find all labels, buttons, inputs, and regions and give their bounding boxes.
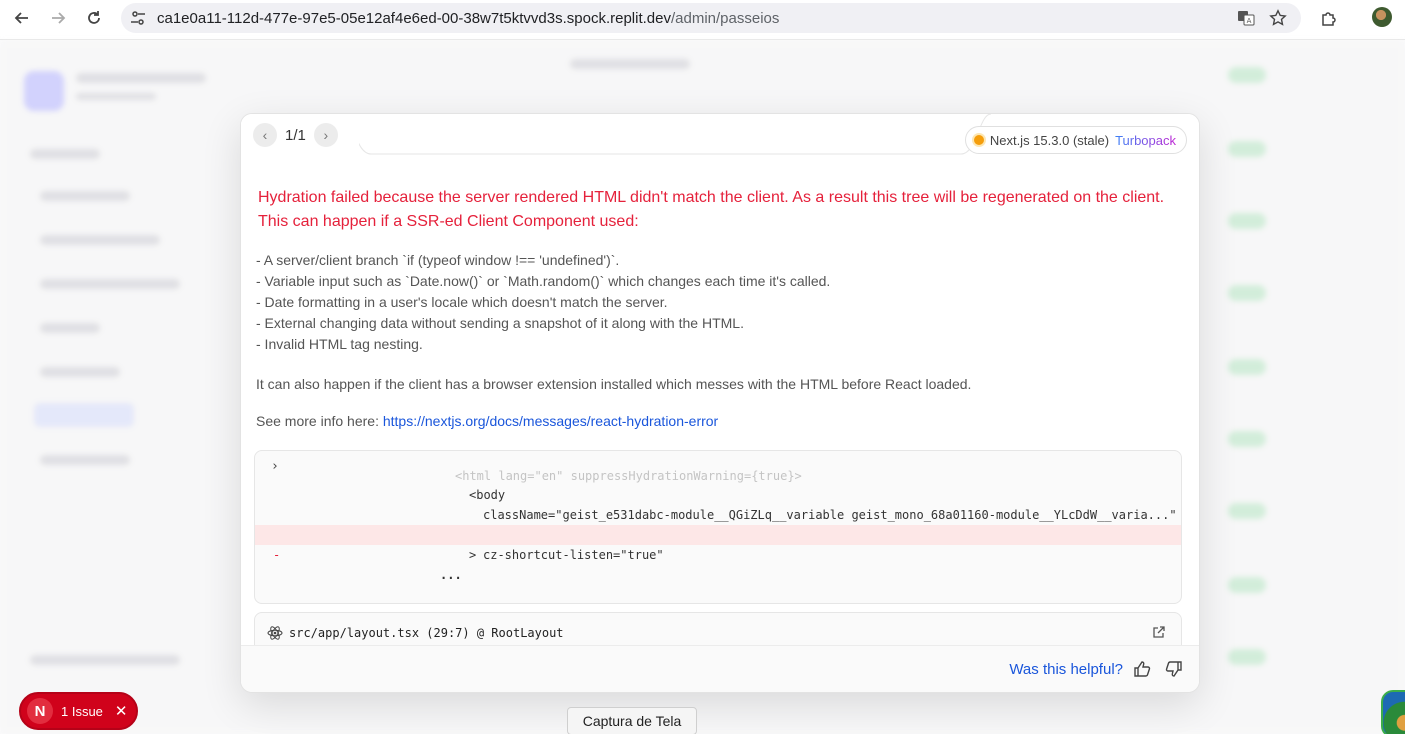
diff-line-html: <html lang="en" suppressHydrationWarning… — [455, 469, 802, 483]
error-pager: ‹ 1/1 › — [241, 114, 359, 156]
open-in-editor-icon[interactable] — [1152, 626, 1165, 642]
cause-item: - A server/client branch `if (typeof win… — [256, 252, 620, 268]
extensions-icon[interactable] — [1317, 6, 1341, 30]
more-info: See more info here: https://nextjs.org/d… — [256, 413, 718, 429]
dialog-footer: Was this helpful? — [241, 645, 1199, 692]
svg-text:A: A — [1247, 17, 1252, 25]
previous-error-button[interactable]: ‹ — [253, 123, 277, 147]
url-host: ca1e0a11-112d-477e-97e5-05e12af4e6ed-00-… — [157, 9, 671, 27]
translate-icon[interactable]: A — [1234, 6, 1258, 30]
cause-item: - Variable input such as `Date.now()` or… — [256, 273, 831, 289]
helpful-prompt: Was this helpful? — [1009, 661, 1123, 678]
source-file-label: src/app/layout.tsx (29:7) @ RootLayout — [289, 626, 564, 640]
bundler-label: Turbopack — [1115, 132, 1176, 148]
site-settings-icon[interactable] — [130, 10, 146, 31]
cause-list: - A server/client branch `if (typeof win… — [256, 250, 830, 355]
extension-note: It can also happen if the client has a b… — [256, 376, 972, 392]
diff-line-removed: - cz-shortcut-listen="true" — [255, 525, 1181, 562]
close-icon[interactable]: ✕ — [115, 702, 128, 720]
diff-line-ellipsis: ... — [440, 568, 462, 582]
browser-toolbar: ca1e0a11-112d-477e-97e5-05e12af4e6ed-00-… — [0, 0, 1405, 40]
floating-widget-icon[interactable] — [1381, 690, 1405, 734]
next-error-button[interactable]: › — [313, 123, 338, 147]
version-label: Next.js 15.3.0 (stale) — [989, 132, 1110, 148]
pager-count: 1/1 — [285, 126, 306, 144]
error-title: Hydration failed because the server rend… — [258, 189, 1165, 230]
thumbs-down-icon[interactable] — [1165, 660, 1183, 683]
issues-badge[interactable]: N 1 Issue ✕ — [19, 692, 138, 730]
diff-line-body: <body — [469, 488, 506, 502]
screenshot-button[interactable]: Captura de Tela — [567, 707, 697, 734]
bookmark-star-icon[interactable] — [1266, 6, 1290, 30]
url-path: /admin/passeios — [670, 9, 780, 27]
stale-status-dot — [973, 135, 984, 145]
diff-line-close: > — [469, 548, 477, 562]
thumbs-up-icon[interactable] — [1133, 660, 1151, 683]
cause-item: - Invalid HTML tag nesting. — [256, 336, 423, 352]
react-icon — [267, 625, 283, 644]
cause-item: - External changing data without sending… — [256, 315, 744, 331]
forward-icon[interactable] — [46, 6, 70, 30]
reload-icon[interactable] — [82, 6, 106, 30]
more-info-prefix: See more info here: — [256, 413, 383, 429]
nextjs-logo-icon: N — [27, 698, 53, 724]
address-bar[interactable]: ca1e0a11-112d-477e-97e5-05e12af4e6ed-00-… — [121, 3, 1301, 33]
hydration-diff: › <html lang="en" suppressHydrationWarni… — [254, 450, 1182, 604]
cause-item: - Date formatting in a user's locale whi… — [256, 294, 668, 310]
diff-line-classname: className="geist_e531dabc-module__QGiZLq… — [483, 508, 1177, 522]
issues-count-label: 1 Issue — [61, 703, 103, 719]
back-icon[interactable] — [10, 6, 34, 30]
nextjs-version-badge[interactable]: Next.js 15.3.0 (stale) Turbopack — [964, 126, 1187, 154]
error-overlay-dialog: ‹ 1/1 › Next.js 15.3.0 (stale) Turbopack… — [240, 113, 1200, 693]
background-logo — [24, 71, 64, 111]
profile-avatar[interactable] — [1372, 7, 1392, 27]
more-info-link[interactable]: https://nextjs.org/docs/messages/react-h… — [383, 413, 718, 429]
